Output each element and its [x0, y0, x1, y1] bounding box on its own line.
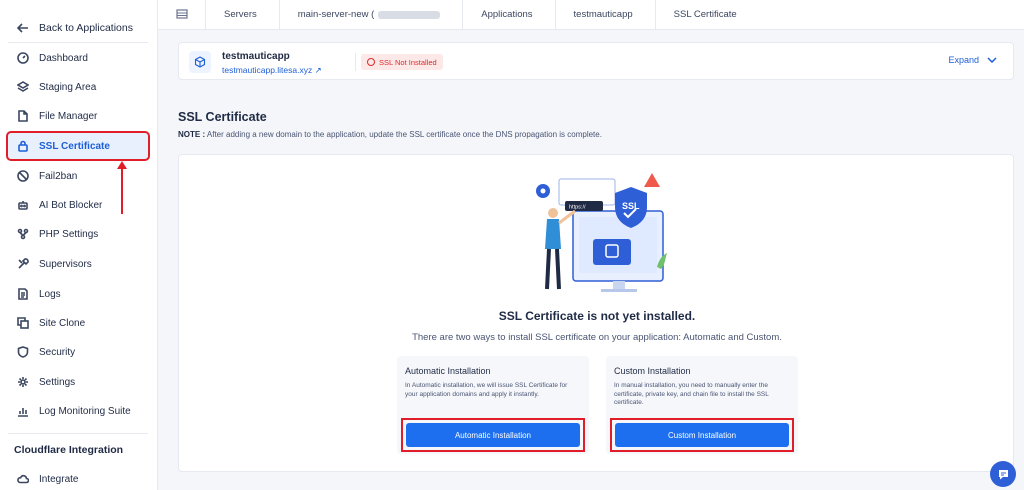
sidebar-item-label: Log Monitoring Suite [39, 405, 131, 417]
sidebar-item-staging-area[interactable]: Staging Area [8, 74, 148, 100]
breadcrumb-label: testmauticapp [573, 9, 633, 20]
cloud-icon [16, 472, 30, 486]
lock-icon [16, 139, 30, 153]
sidebar-item-label: Site Clone [39, 317, 86, 329]
breadcrumb-home[interactable] [158, 0, 206, 30]
sidebar-item-label: Settings [39, 376, 76, 388]
automatic-installation-button[interactable]: Automatic Installation [406, 423, 580, 447]
breadcrumb-servers[interactable]: Servers [206, 0, 280, 30]
chevron-down-icon [987, 57, 997, 63]
sidebar-item-php-settings[interactable]: PHP Settings [8, 221, 148, 247]
breadcrumb-label: main-server-new ( [297, 9, 375, 20]
breadcrumb-applications[interactable]: Applications [463, 0, 556, 30]
sidebar-item-label: Staging Area [39, 81, 97, 93]
tools-icon [16, 257, 30, 271]
sidebar-item-label: Logs [39, 288, 61, 300]
note-label: NOTE : [178, 130, 206, 139]
sidebar-item-label: Integrate [39, 473, 79, 485]
sidebar-item-integrate[interactable]: Integrate [8, 466, 148, 490]
ssl-status-badge: SSL Not Installed [361, 54, 443, 70]
breadcrumb-server-name[interactable]: main-server-new ( [280, 0, 464, 30]
highlight-box: Automatic Installation [401, 418, 585, 452]
warning-icon [367, 58, 375, 66]
sidebar-item-log-monitoring-suite[interactable]: Log Monitoring Suite [8, 398, 148, 424]
annotation-arrow-icon [117, 161, 127, 214]
shield-icon [16, 345, 30, 359]
expand-label: Expand [948, 55, 979, 65]
custom-installation-option: Custom Installation In manual installati… [606, 356, 798, 454]
highlight-box: Custom Installation [610, 418, 794, 452]
breadcrumb-current: SSL Certificate [656, 0, 759, 30]
sidebar-item-label: SSL Certificate [39, 140, 110, 152]
app-info-bar: testmauticapp testmauticapp.litesa.xyz ↗… [178, 42, 1014, 80]
page-title: SSL Certificate [178, 110, 267, 124]
option-title: Custom Installation [614, 366, 691, 376]
arrow-left-icon [16, 21, 30, 35]
doc-icon [16, 287, 30, 301]
empty-state-title: SSL Certificate is not yet installed. [498, 309, 696, 323]
sidebar-item-file-manager[interactable]: File Manager [8, 103, 148, 129]
app-name: testmauticapp [222, 51, 290, 62]
divider [355, 53, 356, 71]
sidebar-item-ssl-certificate[interactable]: SSL Certificate [6, 131, 150, 161]
back-label: Back to Applications [39, 22, 133, 34]
back-to-applications-link[interactable]: Back to Applications [8, 15, 148, 41]
breadcrumb-app[interactable]: testmauticapp [556, 0, 656, 30]
sidebar-item-label: Dashboard [39, 52, 88, 64]
dns-note: NOTE : After adding a new domain to the … [178, 130, 602, 139]
ban-icon [16, 169, 30, 183]
option-description: In Automatic installation, we will issue… [405, 382, 568, 398]
chart-icon [16, 404, 30, 418]
svg-text:SSL: SSL [622, 201, 640, 211]
sidebar-item-label: AI Bot Blocker [39, 199, 103, 211]
automatic-installation-option: Automatic Installation In Automatic inst… [397, 356, 589, 454]
file-icon [16, 109, 30, 123]
redacted-ip [378, 10, 441, 19]
sidebar-item-label: Security [39, 346, 76, 358]
gear-icon [16, 375, 30, 389]
sidebar-item-label: Supervisors [39, 258, 92, 270]
sidebar-item-supervisors[interactable]: Supervisors [8, 251, 148, 277]
app-domain-link[interactable]: testmauticapp.litesa.xyz ↗ [222, 65, 322, 76]
layers-icon [16, 80, 30, 94]
note-text: After adding a new domain to the applica… [205, 130, 602, 139]
sidebar-divider [8, 42, 148, 43]
sidebar: Back to Applications Dashboard Staging A… [0, 0, 158, 490]
sidebar-item-label: Fail2ban [39, 170, 78, 182]
breadcrumb-label: SSL Certificate [673, 9, 737, 20]
custom-installation-button[interactable]: Custom Installation [615, 423, 789, 447]
copy-icon [16, 316, 30, 330]
sidebar-item-site-clone[interactable]: Site Clone [8, 310, 148, 336]
ssl-empty-state-card: https:// SSL SSL Certificate is not yet … [178, 154, 1014, 472]
option-title: Automatic Installation [405, 366, 491, 376]
server-list-icon [175, 6, 188, 24]
breadcrumb: Servers main-server-new ( Applications t… [158, 0, 1024, 30]
sidebar-item-logs[interactable]: Logs [8, 281, 148, 307]
sidebar-item-label: PHP Settings [39, 228, 99, 240]
sidebar-item-security[interactable]: Security [8, 339, 148, 365]
illustration-url-text: https:// [569, 205, 586, 211]
sidebar-divider [8, 433, 148, 434]
breadcrumb-label: Applications [481, 9, 533, 20]
expand-button[interactable]: Expand [948, 55, 997, 65]
sidebar-item-settings[interactable]: Settings [8, 369, 148, 395]
ssl-illustration: https:// SSL [536, 173, 667, 292]
robot-icon [16, 198, 30, 212]
breadcrumb-label: Servers [224, 9, 257, 20]
cloudflare-heading: Cloudflare Integration [14, 444, 124, 456]
option-description: In manual installation, you need to manu… [614, 382, 769, 406]
sidebar-item-dashboard[interactable]: Dashboard [8, 45, 148, 71]
sidebar-item-label: File Manager [39, 110, 98, 122]
chat-icon [998, 469, 1008, 479]
empty-state-subtitle: There are two ways to install SSL certif… [412, 332, 782, 343]
ssl-status-label: SSL Not Installed [379, 57, 437, 67]
nodes-icon [16, 227, 30, 241]
chat-support-button[interactable] [990, 461, 1016, 487]
gauge-icon [16, 51, 30, 65]
cube-icon [189, 51, 211, 73]
